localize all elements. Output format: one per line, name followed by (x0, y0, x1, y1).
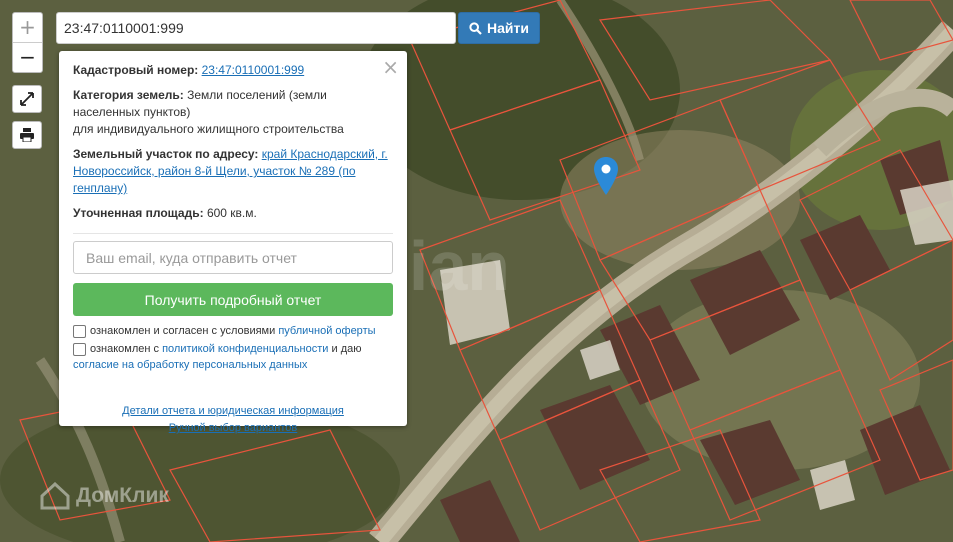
address-row: Земельный участок по адресу: край Красно… (73, 146, 393, 197)
cadastral-search-input[interactable] (56, 12, 456, 44)
parcel-info-popup: × Кадастровый номер: 23:47:0110001:999 К… (59, 51, 407, 434)
cadastral-number-row: Кадастровый номер: 23:47:0110001:999 (73, 62, 393, 79)
search-icon (469, 21, 482, 35)
privacy-checkbox[interactable] (73, 342, 86, 356)
zoom-control: + − (12, 12, 43, 73)
print-button[interactable] (12, 121, 42, 149)
consent-link[interactable]: согласие на обработку персональных данны… (73, 359, 307, 371)
privacy-link[interactable]: политикой конфиденциальности (162, 341, 328, 357)
area-label: Уточненная площадь: (73, 206, 204, 220)
land-use-value: для индивидуального жилищного строительс… (73, 122, 344, 136)
house-logo-icon (40, 482, 70, 510)
fullscreen-button[interactable] (12, 85, 42, 113)
email-field[interactable] (73, 241, 393, 274)
land-category-label: Категория земель: (73, 88, 184, 102)
fullscreen-icon (20, 92, 34, 106)
print-icon (20, 128, 34, 142)
land-category-row: Категория земель: Земли поселений (земли… (73, 87, 393, 138)
details-link[interactable]: Детали отчета и юридическая информация (73, 403, 393, 420)
privacy-agreement: ознакомлен с политикой конфиденциальност… (73, 341, 393, 357)
area-row: Уточненная площадь: 600 кв.м. (73, 205, 393, 222)
offer-text: ознакомлен и согласен с условиями (90, 325, 276, 337)
privacy-text-2: и даю (331, 343, 362, 355)
consent-line: согласие на обработку персональных данны… (73, 357, 393, 373)
map-pin-icon[interactable] (594, 157, 618, 195)
find-button-label: Найти (487, 20, 529, 36)
cadastral-number-link[interactable]: 23:47:0110001:999 (202, 63, 305, 77)
offer-agreement: ознакомлен и согласен с условиями публич… (73, 323, 393, 339)
find-button[interactable]: Найти (458, 12, 540, 44)
logo-text: ДомКлик (76, 484, 169, 507)
privacy-text: ознакомлен с (90, 343, 160, 355)
zoom-in-button[interactable]: + (13, 13, 42, 42)
popup-footer-links: Детали отчета и юридическая информация Р… (73, 403, 393, 437)
zoom-out-button[interactable]: − (13, 42, 42, 72)
close-icon[interactable]: × (382, 55, 399, 79)
manual-select-link[interactable]: Ручной выбор вариантов (73, 420, 393, 437)
address-label: Земельный участок по адресу: (73, 147, 259, 161)
domclick-logo: ДомКлик (40, 482, 169, 510)
get-report-button[interactable]: Получить подробный отчет (73, 283, 393, 316)
offer-link[interactable]: публичной оферты (278, 323, 375, 339)
area-value: 600 кв.м. (206, 206, 257, 220)
offer-checkbox[interactable] (73, 324, 86, 338)
divider (73, 233, 393, 234)
cadastral-number-label: Кадастровый номер: (73, 63, 199, 77)
